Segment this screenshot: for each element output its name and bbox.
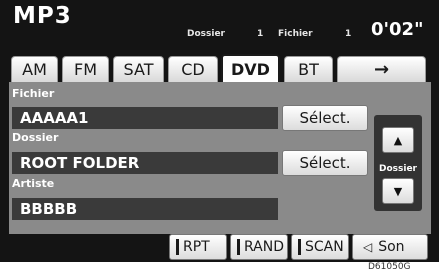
file-field-label: Fichier <box>12 87 55 100</box>
file-number: 1 <box>345 29 352 39</box>
indicator-bar <box>237 239 240 255</box>
folder-nav-label: Dossier <box>379 164 417 174</box>
file-select-button[interactable]: Sélect. <box>282 105 368 131</box>
tab-label: CD <box>181 60 205 79</box>
image-code: D61050G <box>368 262 411 272</box>
folder-down-button[interactable]: ▼ <box>382 178 414 204</box>
speaker-icon: ◁ <box>363 240 373 254</box>
arrow-right-icon: → <box>373 59 390 80</box>
tab-dvd[interactable]: DVD <box>221 54 280 82</box>
random-button[interactable]: RAND <box>230 234 288 260</box>
artist-field-label: Artiste <box>12 177 55 190</box>
scan-button[interactable]: SCAN <box>291 234 349 260</box>
tab-fm[interactable]: FM <box>62 56 109 82</box>
folder-label: Dossier <box>187 29 225 39</box>
tab-sat[interactable]: SAT <box>113 56 164 82</box>
tab-am[interactable]: AM <box>11 56 58 82</box>
tab-label: BT <box>298 60 319 79</box>
file-name-value: AAAAA1 <box>12 107 278 129</box>
source-title: MP3 <box>13 3 72 29</box>
tab-label: FM <box>73 60 97 79</box>
indicator-bar <box>298 239 301 255</box>
file-label: Fichier <box>278 29 313 39</box>
tab-bt[interactable]: BT <box>284 56 333 82</box>
sound-button[interactable]: ◁ Son <box>352 234 428 260</box>
folder-field-label: Dossier <box>12 131 59 144</box>
tab-more-arrow[interactable]: → <box>337 56 426 82</box>
indicator-bar <box>176 239 179 255</box>
tab-label: AM <box>22 60 47 79</box>
folder-select-button[interactable]: Sélect. <box>282 150 368 176</box>
sound-label: Son <box>378 239 405 255</box>
folder-name-value: ROOT FOLDER <box>12 152 278 174</box>
tab-label: DVD <box>231 59 270 79</box>
elapsed-time: 0'02" <box>371 19 424 40</box>
random-label: RAND <box>244 239 284 255</box>
artist-name-value: BBBBB <box>12 198 278 220</box>
folder-up-button[interactable]: ▲ <box>382 127 414 153</box>
triangle-up-icon: ▲ <box>393 133 403 147</box>
scan-label: SCAN <box>305 239 344 255</box>
tab-label: SAT <box>123 60 154 79</box>
repeat-label: RPT <box>183 239 210 255</box>
folder-number: 1 <box>257 29 264 39</box>
tab-cd[interactable]: CD <box>168 56 218 82</box>
triangle-down-icon: ▼ <box>393 184 403 198</box>
repeat-button[interactable]: RPT <box>169 234 227 260</box>
